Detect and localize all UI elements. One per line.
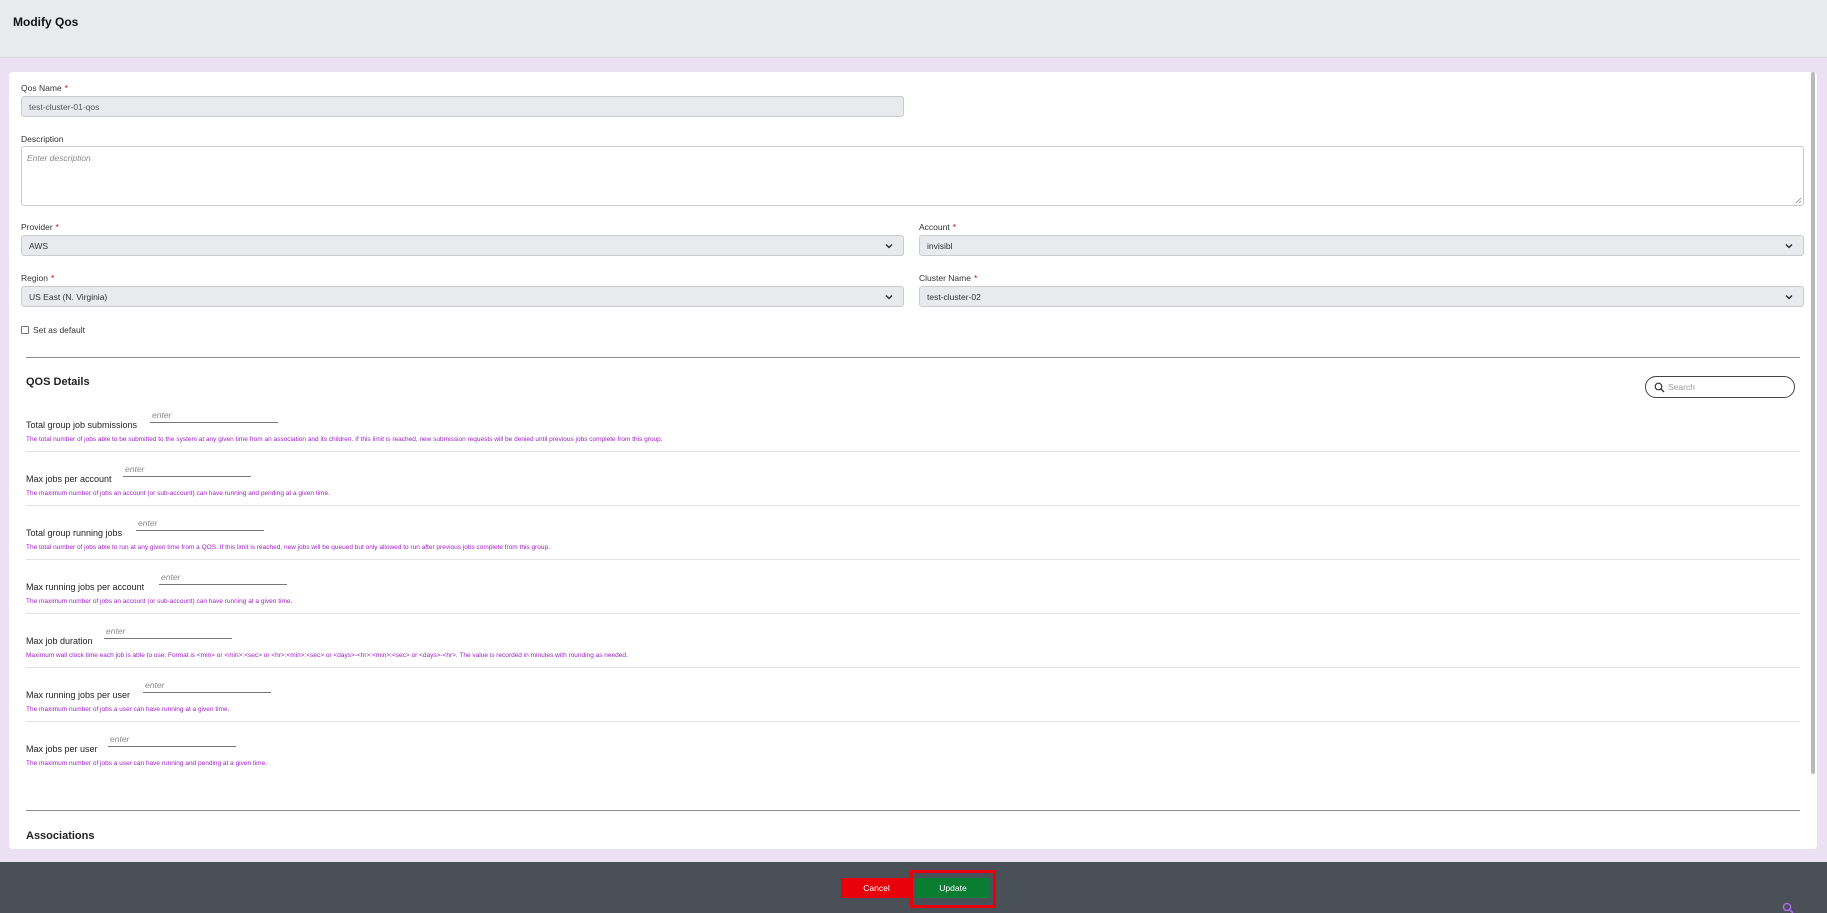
- page-title: Modify Qos: [13, 15, 79, 29]
- required-mark: *: [50, 273, 55, 283]
- qos-row-help: Maximum wall clock time each job is able…: [26, 652, 628, 659]
- description-textarea[interactable]: Enter description: [21, 146, 1804, 206]
- qos-row-help: The total number of jobs able to run at …: [26, 544, 550, 551]
- update-button[interactable]: Update: [916, 878, 990, 898]
- max-running-jobs-per-user-input[interactable]: enter: [143, 679, 271, 693]
- row-separator: [26, 613, 1800, 614]
- qos-row-help: The maximum number of jobs an account (o…: [26, 490, 330, 497]
- page-header: Modify Qos: [0, 0, 1827, 58]
- qos-search-box[interactable]: [1645, 376, 1795, 398]
- max-jobs-per-user-input[interactable]: enter: [108, 733, 236, 747]
- qos-row-label: Max jobs per user: [26, 744, 98, 754]
- divider: [26, 357, 1800, 358]
- qos-row-label: Total group running jobs: [26, 528, 123, 538]
- qos-row-label: Max running jobs per account: [26, 582, 145, 592]
- row-separator: [26, 451, 1800, 452]
- account-value: invisibl: [927, 241, 953, 251]
- provider-label-text: Provider: [21, 222, 53, 232]
- search-icon: [1654, 382, 1665, 393]
- cluster-name-select[interactable]: test-cluster-02: [919, 286, 1804, 307]
- qos-name-label: Qos Name *: [21, 83, 68, 93]
- cluster-name-label: Cluster Name *: [919, 273, 977, 283]
- zoom-icon[interactable]: [1782, 902, 1794, 913]
- region-label-text: Region: [21, 273, 48, 283]
- region-value: US East (N. Virginia): [29, 292, 108, 302]
- provider-value: AWS: [29, 241, 49, 251]
- cancel-button[interactable]: Cancel: [841, 878, 912, 898]
- qos-row-label: Max job duration: [26, 636, 93, 646]
- qos-row-label: Max jobs per account: [26, 474, 112, 484]
- qos-row-help: The maximum number of jobs a user can ha…: [26, 760, 267, 767]
- row-separator: [26, 721, 1800, 722]
- qos-search-input[interactable]: [1668, 380, 1788, 394]
- chevron-down-icon: [1785, 244, 1793, 249]
- set-default-checkbox[interactable]: [21, 326, 29, 334]
- associations-title: Associations: [26, 830, 95, 842]
- qos-row-help: The maximum number of jobs an account (o…: [26, 598, 293, 605]
- provider-select[interactable]: AWS: [21, 235, 904, 256]
- max-jobs-per-account-input[interactable]: enter: [123, 463, 251, 477]
- qos-row-help: The maximum number of jobs a user can ha…: [26, 706, 230, 713]
- cluster-name-label-text: Cluster Name: [919, 273, 971, 283]
- account-label-text: Account: [919, 222, 950, 232]
- row-separator: [26, 505, 1800, 506]
- region-label: Region *: [21, 273, 54, 283]
- required-mark: *: [64, 83, 68, 93]
- qos-name-label-text: Qos Name: [21, 83, 62, 93]
- qos-details-title: QOS Details: [26, 376, 90, 388]
- chevron-down-icon: [885, 244, 893, 249]
- qos-name-input[interactable]: test-cluster-01-qos: [21, 96, 904, 117]
- max-running-jobs-per-account-input[interactable]: enter: [159, 571, 287, 585]
- chevron-down-icon: [1785, 295, 1793, 300]
- set-default-label: Set as default: [33, 325, 85, 335]
- footer-bar: Cancel Update: [0, 862, 1827, 913]
- qos-row-help: The total number of jobs able to be subm…: [26, 436, 663, 443]
- region-select[interactable]: US East (N. Virginia): [21, 286, 904, 307]
- vertical-scrollbar[interactable]: [1811, 72, 1815, 774]
- chevron-down-icon: [885, 295, 893, 300]
- required-mark: *: [952, 222, 957, 232]
- total-group-running-jobs-input[interactable]: enter: [136, 517, 264, 531]
- provider-label: Provider *: [21, 222, 59, 232]
- qos-row-label: Max running jobs per user: [26, 690, 131, 700]
- required-mark: *: [973, 273, 978, 283]
- description-placeholder: Enter description: [27, 153, 91, 163]
- form-card: Qos Name * test-cluster-01-qos Descriptio…: [9, 72, 1817, 849]
- cluster-name-value: test-cluster-02: [927, 292, 981, 302]
- divider: [26, 810, 1800, 811]
- resize-handle-icon[interactable]: [1795, 197, 1802, 204]
- row-separator: [26, 667, 1800, 668]
- required-mark: *: [55, 222, 59, 232]
- account-select[interactable]: invisibl: [919, 235, 1804, 256]
- max-job-duration-input[interactable]: enter: [104, 625, 232, 639]
- total-group-job-submissions-input[interactable]: enter: [150, 409, 278, 423]
- description-label: Description: [21, 134, 64, 144]
- qos-row-label: Total group job submissions: [26, 420, 138, 430]
- row-separator: [26, 559, 1800, 560]
- account-label: Account *: [919, 222, 956, 232]
